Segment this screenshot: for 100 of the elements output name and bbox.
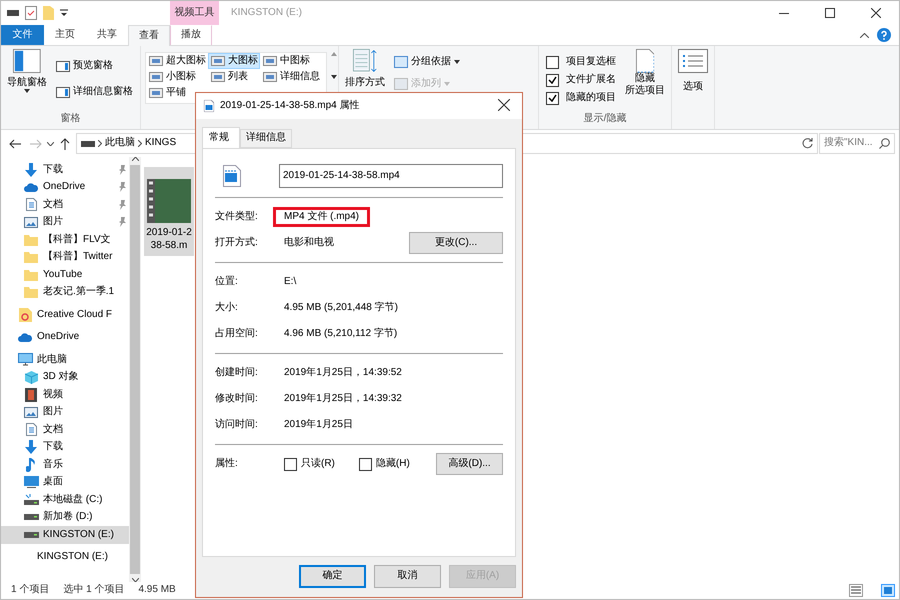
refresh-icon[interactable] [802,138,813,149]
scroll-down-icon[interactable] [331,75,337,79]
sort-button[interactable]: 排序方式 [343,49,387,89]
nav-item[interactable]: KINGSTON (E:) [1,526,129,544]
layout-option[interactable]: 大图标 [208,53,260,69]
layout-option[interactable]: 超大图标 [146,53,208,69]
checkbox-option[interactable]: 文件扩展名 [543,71,619,89]
scroll-down-icon[interactable] [132,578,138,582]
ribbon-tab[interactable]: 共享 [86,25,128,45]
file-name-field[interactable]: 2019-01-25-14-38-58.mp4 [279,164,503,188]
nav-item[interactable]: 老友记.第一季.1 [1,284,129,301]
properties-icon[interactable] [25,6,37,20]
layout-icon [263,72,277,82]
property-value: 2019年1月25日 [283,418,354,432]
options-button[interactable]: 选项 [676,49,710,93]
details-view-icon[interactable] [849,584,863,597]
checkbox-option[interactable]: 隐藏的项目 [543,89,619,107]
nav-item[interactable]: 图片 [1,404,129,421]
film-icon [25,388,37,402]
checkbox-option[interactable]: 隐藏(H) [358,458,410,470]
recent-caret-icon[interactable] [47,142,54,146]
nav-item[interactable]: 文档 [1,196,129,214]
nav-item[interactable]: OneDrive [1,328,129,346]
ribbon-tab[interactable]: 主页 [44,25,86,45]
property-value: 2019年1月25日，14:39:52 [283,366,403,380]
maximize-icon[interactable] [825,8,835,18]
drive-icon [24,514,38,520]
checkbox-option[interactable]: 只读(R) [284,458,335,470]
dialog-tab[interactable]: 常规 [202,127,240,149]
nav-item[interactable]: YouTube [1,266,129,284]
nav-item[interactable]: 文档 [1,421,129,438]
breadcrumb[interactable]: KINGS [145,137,176,150]
layout-icon [263,56,277,66]
search-icon [879,138,890,149]
scroll-up-icon[interactable] [132,157,138,161]
search-field[interactable]: 搜索"KIN... [819,133,895,154]
cloud-icon [18,332,32,342]
nav-item[interactable]: 桌面 [1,474,129,491]
dialog-title: 2019-01-25-14-38-58.mp4 属性 [220,100,360,112]
checkbox-option[interactable]: 项目复选框 [543,53,619,71]
nav-item[interactable]: KINGSTON (E:) [1,548,129,566]
ribbon-tab[interactable]: 文件 [1,25,44,45]
property-label: 占用空间: [215,328,259,340]
nav-item[interactable]: 3D 对象 [1,368,129,386]
video-file-icon [223,165,241,187]
pane-icon [56,86,70,98]
hidden-file-icon [636,49,654,73]
scrollbar-thumb[interactable] [130,165,140,574]
nav-item[interactable]: 【科普】Twitter [1,248,129,266]
dialog-button[interactable]: 取消 [374,565,441,588]
help-icon[interactable] [877,28,891,42]
pane-button[interactable]: 预览窗格 [53,57,136,75]
collapse-ribbon-icon[interactable] [860,32,869,38]
cloud-icon [24,182,38,192]
nav-item[interactable]: 下载 [1,438,129,456]
layout-option[interactable]: 详细信息 [260,69,326,85]
nav-item[interactable]: 图片 [1,214,129,231]
pin-icon [118,164,127,175]
nav-item[interactable]: 此电脑 [1,351,129,368]
cube-icon [24,370,38,384]
nav-item[interactable]: 视频 [1,386,129,404]
layout-option[interactable]: 中图标 [260,53,326,69]
context-tab-group: 视频工具 [170,1,219,25]
group-label: 显示/隐藏 [582,113,628,126]
document-icon [26,198,36,212]
pin-icon [118,217,127,228]
nav-item[interactable]: 下载 [1,161,129,178]
nav-item[interactable]: 本地磁盘 (C:) [1,491,129,508]
layout-option[interactable]: 列表 [208,69,260,85]
hide-selected-button[interactable]: 隐藏 所选项目 [623,49,667,97]
layout-icon [149,56,163,66]
up-icon[interactable] [60,138,70,150]
document-icon [26,423,36,436]
file-tile[interactable]: 2019-01-2 38-58.m [144,167,194,256]
navigation-pane-button[interactable]: 导航窗格 [5,49,49,93]
pane-button[interactable]: 详细信息窗格 [53,83,136,101]
breadcrumb[interactable]: 此电脑 [105,137,135,150]
back-icon[interactable] [9,138,21,148]
property-label: 访问时间: [215,418,259,432]
customize-caret-icon[interactable] [60,9,68,17]
close-icon[interactable] [871,8,881,18]
nav-item[interactable]: 音乐 [1,456,129,474]
advanced-button[interactable]: 高级(D)... [436,453,503,475]
nav-item[interactable]: 新加卷 (D:) [1,508,129,526]
nav-item[interactable]: 【科普】FLV文 [1,231,129,248]
change-button[interactable]: 更改(C)... [409,232,503,254]
view-command-button[interactable]: 分组依据 [391,53,463,71]
nav-item[interactable]: Creative Cloud F [1,306,129,324]
dialog-tab[interactable]: 详细信息 [240,129,292,148]
drive-icon [24,532,38,538]
ribbon-tab[interactable]: 播放 [170,25,212,45]
desktop-icon [24,476,38,488]
large-icons-view-icon[interactable] [881,584,895,597]
minimize-icon[interactable] [779,12,789,14]
close-icon[interactable] [498,99,510,112]
dialog-button[interactable]: 确定 [299,565,366,588]
group-label: 窗格 [60,113,82,126]
layout-option[interactable]: 小图标 [146,69,208,85]
nav-item[interactable]: OneDrive [1,178,129,196]
ribbon-tab[interactable]: 查看 [128,25,170,46]
